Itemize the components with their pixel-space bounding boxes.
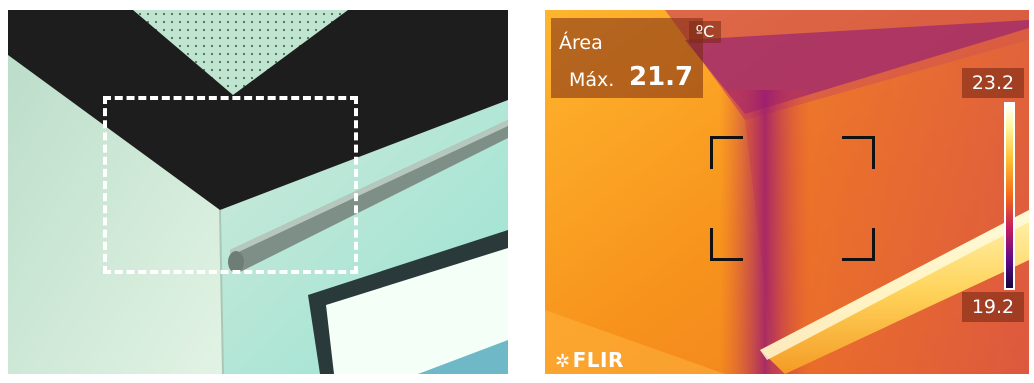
thermal-image: Área Máx. 21.7 ºC 23.2 19.2 ✲ FLIR [545,10,1029,374]
scale-max-value: 23.2 [962,68,1024,98]
measurement-area-corner-top-right [842,136,875,169]
dashed-selection-rectangle [103,96,358,274]
temperature-color-scale [1004,102,1015,290]
measurement-max-label: Máx. [569,69,615,91]
measurement-area-corner-top-left [710,136,743,169]
visible-light-photo [8,10,508,374]
measurement-area-corner-bottom-left [710,228,743,261]
measurement-max-value: 21.7 [629,62,694,92]
scale-min-value: 19.2 [962,292,1024,322]
temperature-unit: ºC [689,21,721,43]
measurement-panel: Área Máx. 21.7 [551,18,703,98]
measurement-area-corner-bottom-right [842,228,875,261]
flir-logo: ✲ FLIR [555,348,624,372]
flir-logo-text: FLIR [572,348,624,372]
measurement-area-label: Área [559,32,603,54]
flir-logo-icon: ✲ [555,351,571,372]
